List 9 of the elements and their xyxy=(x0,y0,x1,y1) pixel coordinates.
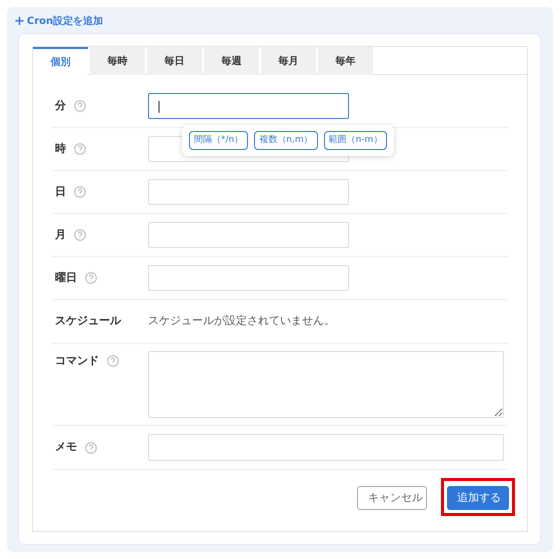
schedule-text: スケジュールが設定されていません。 xyxy=(148,313,335,330)
field-label: メモ xyxy=(55,439,77,456)
field-label: 曜日 xyxy=(55,270,77,286)
field-label: 月 xyxy=(55,226,66,243)
field-label: 時 xyxy=(55,140,66,157)
field-label: コマンド xyxy=(55,353,99,369)
field-label: 日 xyxy=(55,184,66,200)
field-label: 分 xyxy=(55,98,66,114)
field-label: スケジュール xyxy=(55,313,121,330)
